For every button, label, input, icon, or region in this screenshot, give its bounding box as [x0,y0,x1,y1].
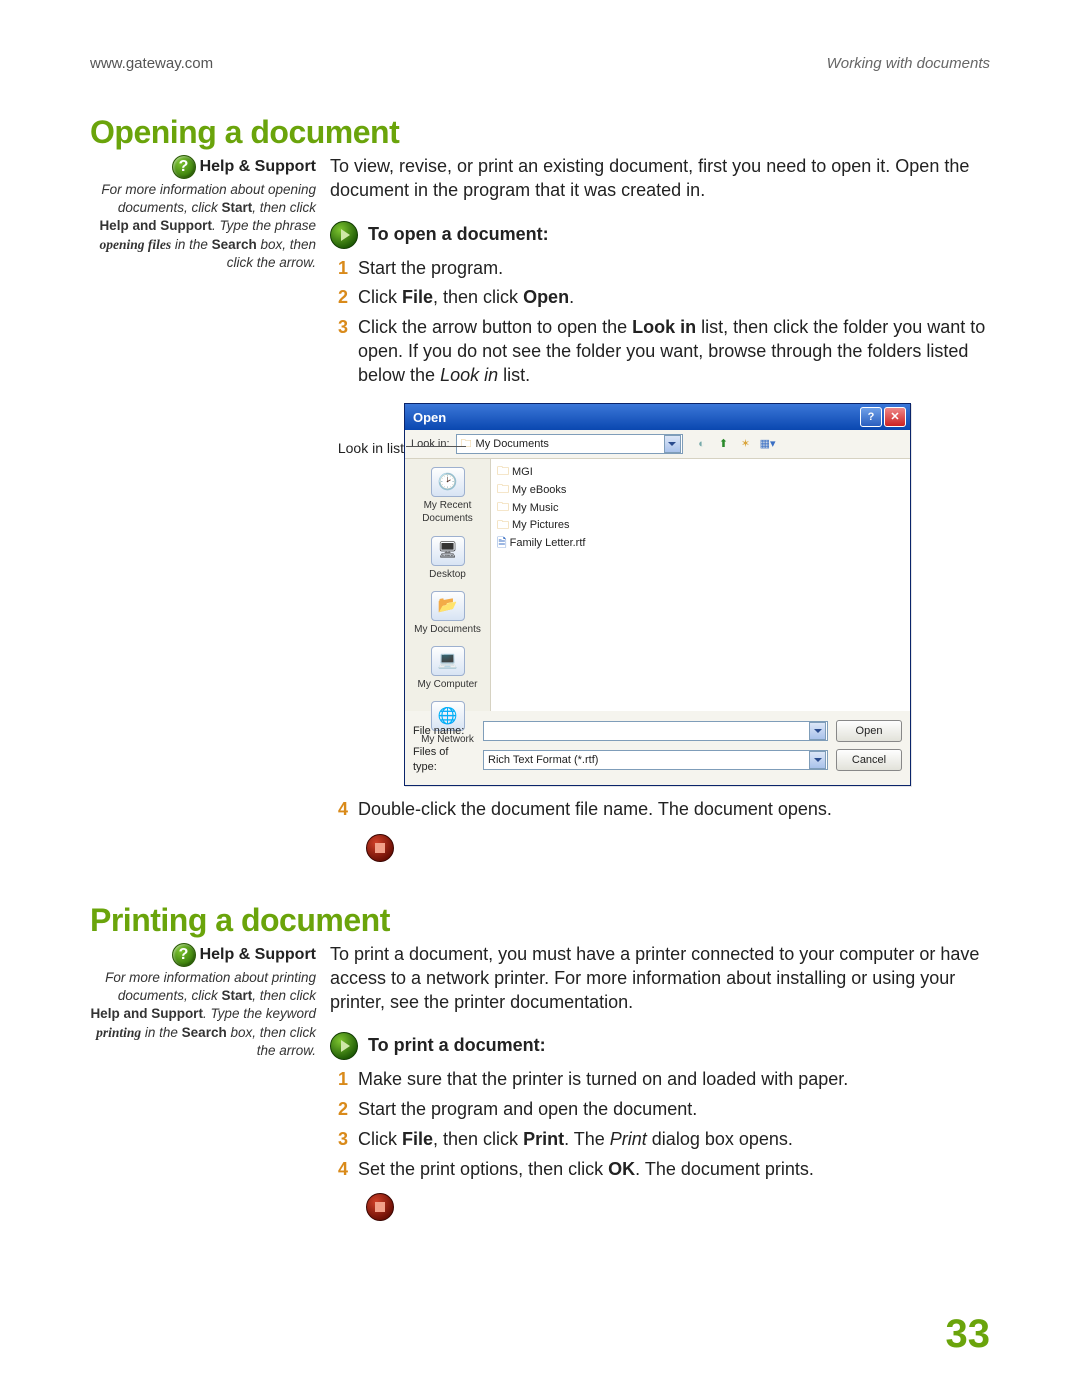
folder-icon: 🗀 [461,437,472,452]
document-icon: 🗎 [497,536,507,552]
page-number: 33 [946,1312,991,1357]
header-url: www.gateway.com [90,55,213,72]
folder-icon: 🗀 [497,500,509,516]
lookin-combo[interactable]: 🗀My Documents [456,434,683,454]
dialog-title: Open [413,409,446,426]
folder-icon: 🗀 [497,518,509,534]
folder-icon: 🗀 [497,464,509,480]
place-recent[interactable]: 🕑My Recent Documents [405,463,490,531]
help-icon: ? [172,943,196,967]
back-icon[interactable]: ◐ [693,435,711,453]
steps-open: 1Start the program. 2Click File, then cl… [330,257,990,388]
up-icon[interactable]: ⬆ [715,435,733,453]
lookin-callout: Look in list [330,403,404,457]
play-icon [330,221,358,249]
place-mydocs[interactable]: 📂My Documents [405,587,490,642]
help-icon: ? [172,155,196,179]
views-icon[interactable]: ▦▾ [759,435,777,453]
filetype-combo[interactable]: Rich Text Format (*.rtf) [483,750,828,770]
list-item[interactable]: 🗀MGI [497,463,904,481]
list-item[interactable]: 🗀My Music [497,499,904,517]
place-mycomputer[interactable]: 💻My Computer [405,642,490,697]
task-heading-print: To print a document: [330,1032,990,1060]
help-title: Help & Support [200,156,316,178]
chevron-down-icon[interactable] [809,722,826,740]
cancel-button[interactable]: Cancel [836,749,902,771]
filename-combo[interactable] [483,721,828,741]
place-desktop[interactable]: 🖥Desktop [405,532,490,587]
chevron-down-icon[interactable] [809,751,826,769]
dialog-titlebar: Open ? ✕ [405,404,910,430]
intro-printing: To print a document, you must have a pri… [330,943,990,1014]
new-folder-icon[interactable]: ✶ [737,435,755,453]
section-title-printing: Printing a document [90,902,990,939]
places-bar: 🕑My Recent Documents 🖥Desktop 📂My Docume… [405,459,491,711]
chevron-down-icon[interactable] [664,435,681,453]
list-item[interactable]: 🗀My eBooks [497,481,904,499]
stop-icon [366,834,394,862]
section-title-opening: Opening a document [90,114,990,151]
page-header: www.gateway.com Working with documents [90,55,990,72]
help-button[interactable]: ? [860,407,882,427]
help-note-printing: ? Help & Support For more information ab… [90,943,330,1221]
dialog-toolbar: Look in: 🗀My Documents ◐ ⬆ ✶ ▦▾ [405,430,910,459]
steps-print: 1Make sure that the printer is turned on… [330,1068,990,1181]
help-note-opening: ? Help & Support For more information ab… [90,155,330,862]
stop-icon [366,1193,394,1221]
close-button[interactable]: ✕ [884,407,906,427]
open-dialog: Open ? ✕ Look in: 🗀My Documents [404,403,911,786]
header-breadcrumb: Working with documents [827,55,990,72]
play-icon [330,1032,358,1060]
open-button[interactable]: Open [836,720,902,742]
folder-icon: 🗀 [497,482,509,498]
intro-opening: To view, revise, or print an existing do… [330,155,990,203]
help-title: Help & Support [200,944,316,966]
task-heading-open: To open a document: [330,221,990,249]
list-item[interactable]: 🗎Family Letter.rtf [497,535,904,553]
file-list[interactable]: 🗀MGI 🗀My eBooks 🗀My Music 🗀My Pictures 🗎… [491,459,910,711]
open-dialog-illustration: Look in list Open ? ✕ Look in: [330,403,990,786]
list-item[interactable]: 🗀My Pictures [497,517,904,535]
